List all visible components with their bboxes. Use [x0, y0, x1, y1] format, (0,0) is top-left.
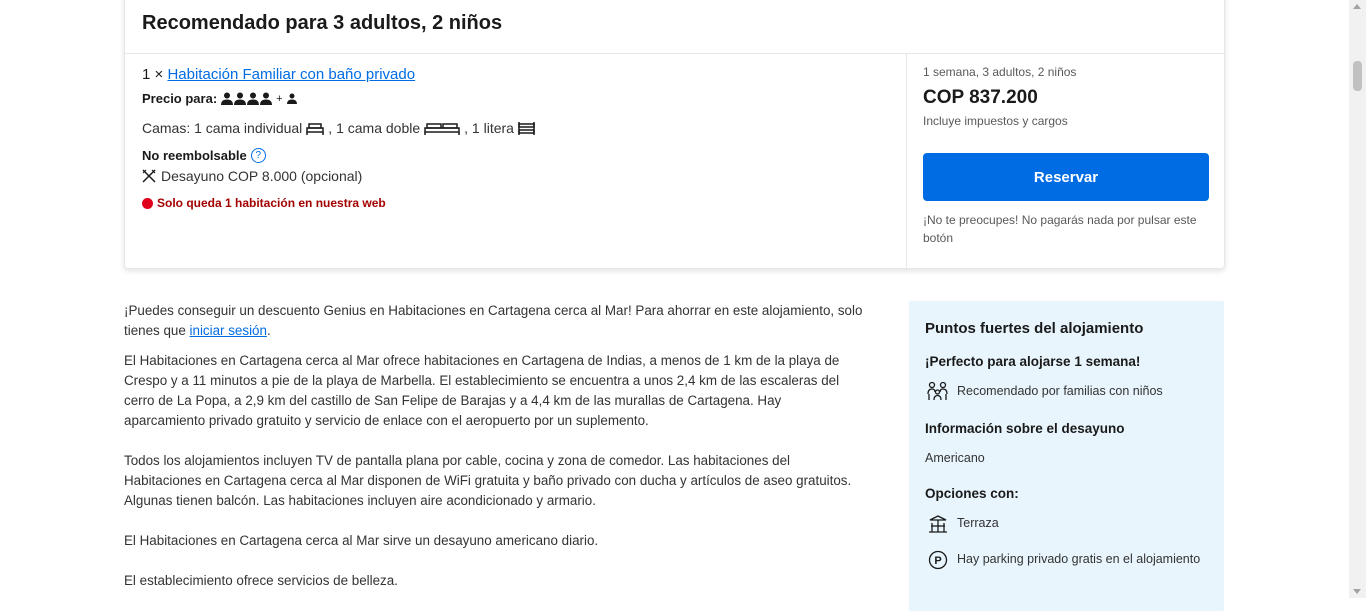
price-for-row: Precio para: + — [142, 91, 297, 106]
cutlery-icon — [142, 169, 156, 183]
svg-text:P: P — [934, 555, 941, 567]
family-icon — [927, 381, 948, 402]
terrace-icon — [927, 513, 948, 534]
adult-icon — [221, 92, 234, 105]
options-title: Opciones con: — [925, 486, 1019, 501]
recommendation-header: Recomendado para 3 adultos, 2 niños — [125, 0, 1224, 54]
description-paragraph-3: El Habitaciones en Cartagena cerca al Ma… — [124, 533, 599, 548]
genius-end: . — [266, 323, 271, 338]
price-panel: 1 semana, 3 adultos, 2 niños COP 837.200… — [906, 54, 1226, 270]
genius-paragraph: ¡Puedes conseguir un descuento Genius en… — [124, 301, 864, 341]
page-scrollbar[interactable] — [1349, 0, 1366, 598]
price-subtitle: 1 semana, 3 adultos, 2 niños — [923, 65, 1077, 79]
non-refundable-label: No reembolsable — [142, 148, 247, 163]
scarcity-row: Solo queda 1 habitación en nuestra web — [142, 196, 386, 210]
description-paragraph-4: El establecimiento ofrece servicios de b… — [124, 573, 398, 588]
property-description: ¡Puedes conseguir un descuento Genius en… — [124, 301, 864, 611]
reassurance-note: ¡No te preocupes! No pagarás nada por pu… — [923, 213, 1197, 245]
parking-icon: P — [927, 549, 948, 570]
info-icon[interactable]: ? — [250, 148, 266, 163]
terrace-option: Terraza — [927, 513, 1207, 534]
highlights-title: Puntos fuertes del alojamiento — [925, 320, 1144, 337]
adults-icons — [221, 92, 273, 105]
adult-icon — [234, 92, 247, 105]
adult-icon — [260, 92, 273, 105]
breakfast-info-value: Americano — [925, 451, 985, 465]
description-paragraph-2: Todos los alojamientos incluyen TV de pa… — [124, 453, 852, 508]
terrace-label: Terraza — [957, 516, 999, 530]
price-amount: COP 837.200 — [923, 87, 1038, 108]
price-for-label: Precio para: — [142, 91, 218, 106]
child-icon — [286, 93, 297, 104]
room-row: 1 × Habitación Familiar con baño privado — [142, 66, 415, 83]
scroll-thumb[interactable] — [1353, 61, 1362, 91]
room-quantity: 1 × — [142, 66, 164, 83]
adult-icon — [247, 92, 260, 105]
property-highlights: Puntos fuertes del alojamiento ¡Perfecto… — [909, 301, 1224, 611]
breakfast-label: Desayuno COP 8.000 (opcional) — [161, 168, 363, 184]
room-name-link[interactable]: Habitación Familiar con baño privado — [167, 66, 415, 83]
breakfast-info-title: Información sobre el desayuno — [925, 421, 1125, 436]
scarcity-label: Solo queda 1 habitación en nuestra web — [157, 196, 386, 210]
persons-plus: + — [276, 92, 283, 105]
beds-bunk-label: , 1 litera — [464, 120, 514, 136]
price-taxes-note: Incluye impuestos y cargos — [923, 114, 1068, 128]
family-highlight: Recomendado por familias con niños — [927, 381, 1207, 402]
scroll-down-arrow-icon[interactable] — [1353, 589, 1361, 594]
bunk-bed-icon — [518, 121, 535, 135]
recommendation-card: Recomendado para 3 adultos, 2 niños 1 × … — [124, 0, 1226, 270]
breakfast-row: Desayuno COP 8.000 (opcional) — [142, 168, 362, 184]
non-refundable-row: No reembolsable ? — [142, 148, 266, 163]
parking-label: Hay parking privado gratis en el alojami… — [957, 552, 1201, 566]
parking-option: P Hay parking privado gratis en el aloja… — [927, 549, 1207, 570]
beds-single-label: Camas: 1 cama individual — [142, 120, 303, 136]
single-bed-icon — [306, 122, 325, 135]
stay-title: ¡Perfecto para alojarse 1 semana! — [925, 354, 1141, 369]
double-bed-icon — [424, 122, 460, 135]
scroll-up-arrow-icon[interactable] — [1353, 4, 1361, 9]
beds-row: Camas: 1 cama individual , 1 cama doble … — [142, 120, 535, 136]
description-paragraph-1: El Habitaciones en Cartagena cerca al Ma… — [124, 353, 840, 428]
reserve-button[interactable]: Reservar — [923, 153, 1209, 201]
urgency-dot-icon — [142, 197, 153, 209]
beds-double-label: , 1 cama doble — [328, 120, 421, 136]
sign-in-link[interactable]: iniciar sesión — [190, 323, 267, 338]
family-highlight-label: Recomendado por familias con niños — [957, 384, 1163, 398]
recommendation-title: Recomendado para 3 adultos, 2 niños — [142, 12, 503, 34]
